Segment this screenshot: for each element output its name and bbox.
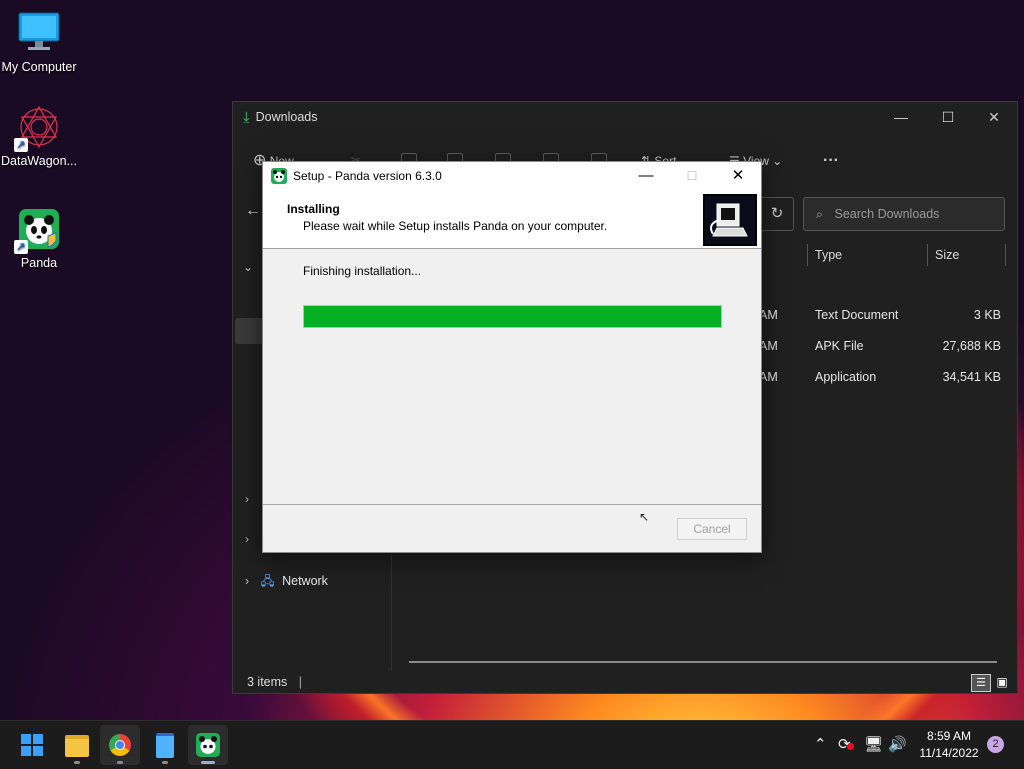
chevron-right-icon[interactable]: › [245,532,249,546]
cancel-button[interactable]: Cancel [677,518,747,540]
page-subheading: Please wait while Setup installs Panda o… [303,219,608,233]
minimize-button[interactable]: — [623,162,669,190]
refresh-icon: ↻ [770,205,784,222]
desktop-icon-label: DataWagon... [1,154,77,168]
running-indicator [74,761,80,764]
page-heading: Installing [287,202,340,216]
panda-taskbar-icon [196,733,220,757]
windows-logo-icon [21,734,43,756]
installer-computer-icon [703,194,757,246]
search-input[interactable]: ⌕ Search Downloads [803,197,1005,231]
desktop-icon-label: My Computer [1,60,77,74]
column-separator[interactable] [927,244,928,266]
setup-title: Setup - Panda version 6.3.0 [293,169,442,183]
close-button[interactable]: ✕ [971,102,1017,132]
status-text: Finishing installation... [303,264,422,278]
running-indicator [117,761,123,764]
footer-divider [263,504,761,505]
clock[interactable]: 8:59 AM 11/14/2022 [914,729,984,760]
chevron-down-icon[interactable]: ⌄ [243,260,253,274]
network-icon: 🖧 [260,574,275,588]
setup-dialog: Setup - Panda version 6.3.0 — ☐ ✕ Instal… [262,161,762,553]
clock-time: 8:59 AM [926,729,972,743]
item-count: 3 items [247,675,288,689]
network-tray-icon[interactable]: 🖥 [864,735,883,753]
progress-fill [304,306,721,327]
maximize-button[interactable]: ☐ [669,162,715,190]
explorer-title: Downloads [255,110,318,124]
start-button[interactable] [12,725,52,765]
notepad-icon [156,733,174,758]
mouse-cursor-icon: ↖ [639,510,650,524]
active-indicator [201,761,215,764]
refresh-button[interactable]: ↻ [760,197,794,231]
column-header-size[interactable]: Size [935,240,959,270]
row-type: Text Document [815,308,899,322]
taskbar: ⌃ ⟳ 🖥 🔊 8:59 AM 11/14/2022 2 [0,720,1024,769]
monitor-icon [16,10,62,56]
nav-item-network[interactable]: › 🖧 Network [245,572,328,593]
large-icons-view-button[interactable]: ▣ [993,674,1011,690]
folder-icon [65,735,89,757]
horizontal-scrollbar[interactable] [409,661,997,663]
status-bar: 3 items | [247,675,302,689]
panda-small-icon [271,168,287,184]
search-icon: ⌕ [816,207,824,221]
shortcut-arrow-icon: ↗ [14,138,28,152]
taskbar-notepad[interactable] [145,725,185,765]
taskbar-file-explorer[interactable] [57,725,97,765]
desktop-icon-my-computer[interactable]: My Computer [0,10,78,74]
chevron-down-icon: ⌄ [772,154,783,168]
column-separator[interactable] [807,244,808,266]
close-button[interactable]: ✕ [715,162,761,190]
chrome-icon [109,734,131,756]
row-type: Application [815,370,877,384]
row-size: 27,688 KB [942,339,1001,353]
taskbar-panda-setup[interactable] [188,725,228,765]
maximize-button[interactable]: ☐ [925,102,971,132]
desktop-icon-datawagon[interactable]: ↗ DataWagon... [0,104,78,168]
datawagon-logo-icon: ↗ [14,104,62,152]
running-indicator [162,761,168,764]
status-divider: | [298,675,303,689]
setup-titlebar[interactable]: Setup - Panda version 6.3.0 — ☐ ✕ [263,162,761,190]
back-arrow-icon[interactable]: ← [245,202,261,220]
row-size: 3 KB [973,308,1001,322]
nav-selection-highlight[interactable] [235,318,265,344]
sync-alert-icon[interactable]: ⟳ [838,735,854,753]
row-size: 34,541 KB [942,370,1001,384]
details-view-button[interactable]: ☰ [971,674,991,692]
download-icon: ⤓ [243,108,250,126]
progress-bar [303,305,722,328]
desktop-icon-label: Panda [20,256,58,270]
chevron-right-icon: › [245,574,250,588]
setup-header: Installing Please wait while Setup insta… [263,190,761,249]
chevron-up-icon[interactable]: ⌃ [814,735,827,753]
notification-badge[interactable]: 2 [987,736,1004,753]
shortcut-arrow-icon: ↗ [14,240,28,254]
panda-app-icon: ↗ [14,206,62,254]
minimize-button[interactable]: — [878,102,924,132]
column-separator[interactable] [1005,244,1006,266]
column-header-type[interactable]: Type [815,240,842,270]
volume-icon[interactable]: 🔊 [888,735,907,753]
chevron-right-icon[interactable]: › [245,492,249,506]
row-type: APK File [815,339,864,353]
clock-date: 11/14/2022 [919,746,979,760]
more-options-button[interactable]: ··· [823,146,839,176]
taskbar-chrome[interactable] [100,725,140,765]
desktop-icon-panda[interactable]: ↗ Panda [0,206,78,270]
